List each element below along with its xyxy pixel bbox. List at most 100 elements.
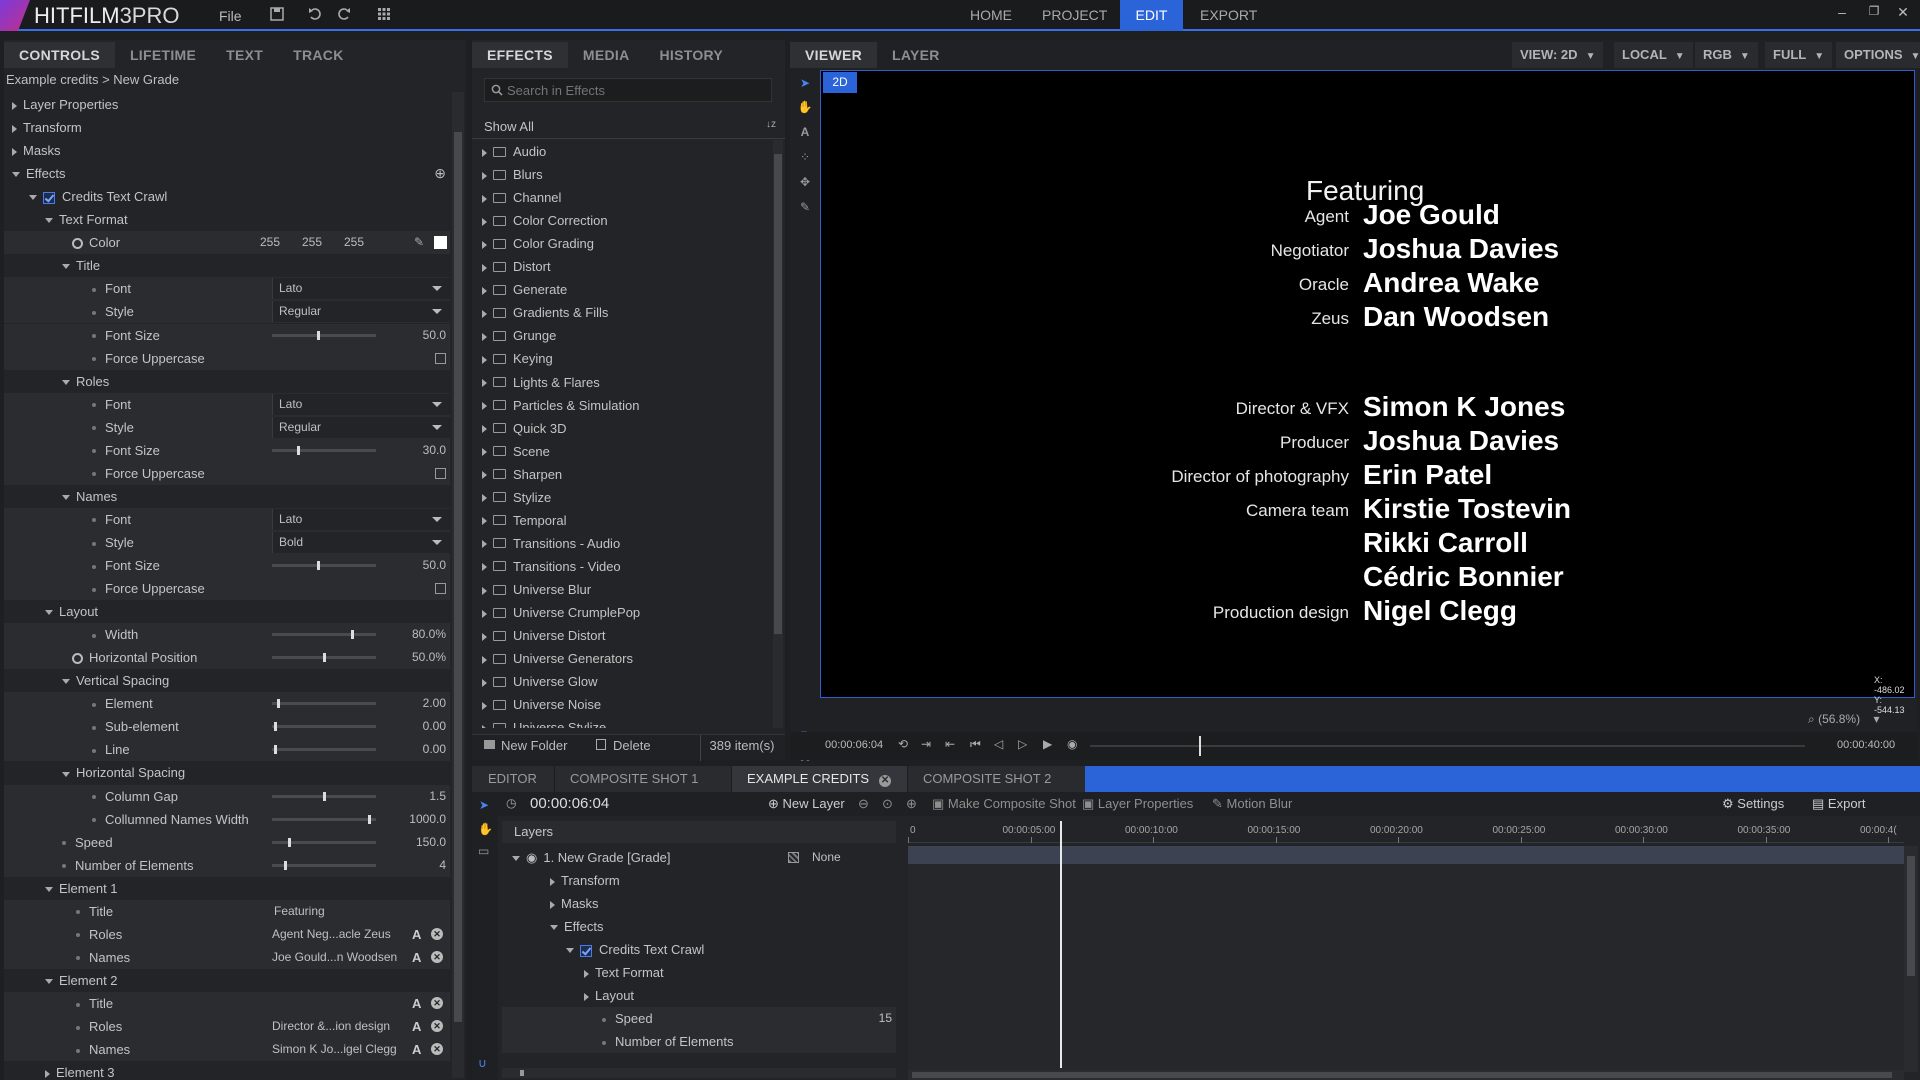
effect-folder[interactable]: Universe Generators	[472, 647, 727, 670]
slider-value[interactable]: 30.0	[382, 439, 446, 462]
effect-folder[interactable]: Distort	[472, 255, 727, 278]
control-row[interactable]: Force Uppercase	[4, 577, 450, 601]
layer-track-bar[interactable]	[908, 846, 1904, 864]
effect-folder[interactable]: Lights & Flares	[472, 371, 727, 394]
effect-folder[interactable]: Scene	[472, 440, 727, 463]
control-row[interactable]: Font Lato	[4, 277, 450, 301]
tab-editor[interactable]: EDITOR	[472, 766, 554, 792]
effect-folder[interactable]: Audio	[472, 140, 727, 163]
chevron-right-icon[interactable]	[550, 900, 555, 909]
control-row[interactable]: Text Format	[4, 208, 450, 231]
effect-folder[interactable]: Quick 3D	[472, 417, 727, 440]
play-icon[interactable]: ▶	[1043, 737, 1052, 751]
value-slider[interactable]	[272, 837, 376, 847]
control-row[interactable]: Font Lato	[4, 507, 450, 531]
slider-value[interactable]: 80.0%	[382, 623, 446, 646]
make-composite-button[interactable]: ▣ Make Composite Shot	[932, 793, 1076, 815]
chevron-right-icon[interactable]	[482, 632, 487, 641]
effect-folder[interactable]: Temporal	[472, 509, 727, 532]
slider-knob[interactable]	[351, 630, 354, 640]
effects-scrollbar[interactable]	[773, 140, 783, 728]
anchor-tool-icon[interactable]: ✥	[797, 175, 813, 191]
chevron-right-icon[interactable]	[482, 240, 487, 249]
chevron-right-icon[interactable]	[482, 655, 487, 664]
value-slider[interactable]	[272, 561, 376, 570]
remove-icon[interactable]: ✕	[431, 950, 443, 963]
chevron-right-icon[interactable]	[482, 471, 487, 480]
nav-tab-export[interactable]: EXPORT	[1186, 0, 1271, 31]
chevron-down-icon[interactable]	[62, 264, 70, 270]
control-row[interactable]: Font Size 50.0	[4, 323, 450, 347]
text-value[interactable]: Agent Neg...acle Zeus	[272, 923, 402, 946]
dropdown[interactable]: Lato	[272, 393, 450, 415]
text-value[interactable]: Director &...ion design	[272, 1015, 402, 1038]
chevron-down-icon[interactable]	[566, 948, 574, 954]
tab-composite-shot-1[interactable]: COMPOSITE SHOT 1✕	[554, 766, 731, 813]
timeline-h-scrollbar[interactable]	[908, 1070, 1904, 1080]
control-row[interactable]: Names	[4, 485, 450, 508]
chevron-down-icon[interactable]	[62, 494, 70, 500]
chevron-right-icon[interactable]	[45, 1069, 50, 1078]
effect-folder[interactable]: Universe Glow	[472, 670, 727, 693]
chevron-right-icon[interactable]	[482, 356, 487, 364]
control-row[interactable]: Width 80.0%	[4, 623, 450, 647]
control-row[interactable]: Collumned Names Width 1000.0	[4, 807, 450, 831]
hand-tool-icon[interactable]: ✋	[478, 822, 493, 836]
time-ruler[interactable]: 0 00:00:05:00 00:00:10:00 00:00:15:00 00:00:…	[908, 821, 1904, 843]
chevron-down-icon[interactable]	[62, 379, 70, 385]
effects-search-input[interactable]	[507, 81, 757, 99]
add-effect-icon[interactable]: ⊕	[434, 162, 446, 185]
chevron-down-icon[interactable]	[512, 856, 520, 862]
dropdown[interactable]: Lato	[272, 278, 450, 300]
text-edit-icon[interactable]: A	[412, 946, 421, 969]
color-channel-b[interactable]: 255	[334, 231, 364, 254]
razor-tool-icon[interactable]: ▭	[478, 844, 489, 858]
layer-tree-row[interactable]: Layout	[502, 984, 896, 1007]
chevron-right-icon[interactable]	[482, 425, 487, 434]
control-row[interactable]: Number of Elements 4	[4, 853, 450, 877]
chevron-right-icon[interactable]	[584, 969, 589, 978]
value-slider[interactable]	[272, 330, 376, 340]
blend-mode[interactable]: None	[812, 846, 841, 869]
effect-folder[interactable]: Sharpen	[472, 463, 727, 486]
out-point-icon[interactable]: ⇤	[945, 737, 955, 751]
effect-folder[interactable]: Transitions - Video	[472, 555, 727, 578]
control-row[interactable]: Credits Text Crawl	[4, 185, 450, 208]
effect-folder[interactable]: Color Grading	[472, 232, 727, 255]
chevron-right-icon[interactable]	[482, 517, 487, 526]
force-uppercase-checkbox[interactable]	[435, 467, 446, 479]
text-value[interactable]: Featuring	[274, 900, 325, 923]
effect-folder[interactable]: Transitions - Audio	[472, 532, 727, 555]
control-row[interactable]: Color 255 255 255 ✎	[4, 231, 450, 255]
value-slider[interactable]	[272, 745, 376, 755]
slider-knob[interactable]	[274, 722, 277, 732]
slider-knob[interactable]	[323, 653, 326, 663]
record-icon[interactable]: ◉	[1067, 737, 1077, 751]
slider-knob[interactable]	[277, 699, 280, 709]
property-value[interactable]: 15	[879, 1007, 892, 1030]
effects-filter[interactable]: Show All	[484, 117, 684, 137]
effect-folder[interactable]: Gradients & Fills	[472, 301, 727, 324]
effect-folder[interactable]: Universe Noise	[472, 693, 727, 716]
chevron-right-icon[interactable]	[482, 448, 487, 457]
value-slider[interactable]	[272, 722, 376, 732]
tab-lifetime[interactable]: LIFETIME	[115, 42, 211, 68]
chevron-right-icon[interactable]	[482, 678, 487, 687]
value-slider[interactable]	[272, 699, 376, 709]
remove-icon[interactable]: ✕	[431, 927, 443, 940]
chevron-right-icon[interactable]	[482, 379, 487, 388]
effect-folder[interactable]: Particles & Simulation	[472, 394, 727, 417]
chevron-right-icon[interactable]	[482, 171, 487, 180]
viewer-option-1[interactable]: LOCAL ▼	[1614, 42, 1693, 68]
chevron-right-icon[interactable]	[482, 217, 487, 226]
layer-tree-row[interactable]: ◉ 1. New Grade [Grade] None	[502, 846, 896, 869]
effect-folder[interactable]: Color Correction	[472, 209, 727, 232]
value-slider[interactable]	[272, 630, 376, 640]
control-row[interactable]: Roles	[4, 370, 450, 393]
remove-icon[interactable]: ✕	[431, 996, 443, 1009]
value-slider[interactable]	[272, 791, 376, 801]
chevron-right-icon[interactable]	[482, 609, 487, 618]
control-row[interactable]: Roles Agent Neg...acle Zeus A ✕	[4, 922, 450, 946]
sort-icon[interactable]: ↓z	[766, 119, 780, 133]
zoom-control[interactable]: ⌕ (56.8%) ▾	[1808, 712, 1879, 727]
